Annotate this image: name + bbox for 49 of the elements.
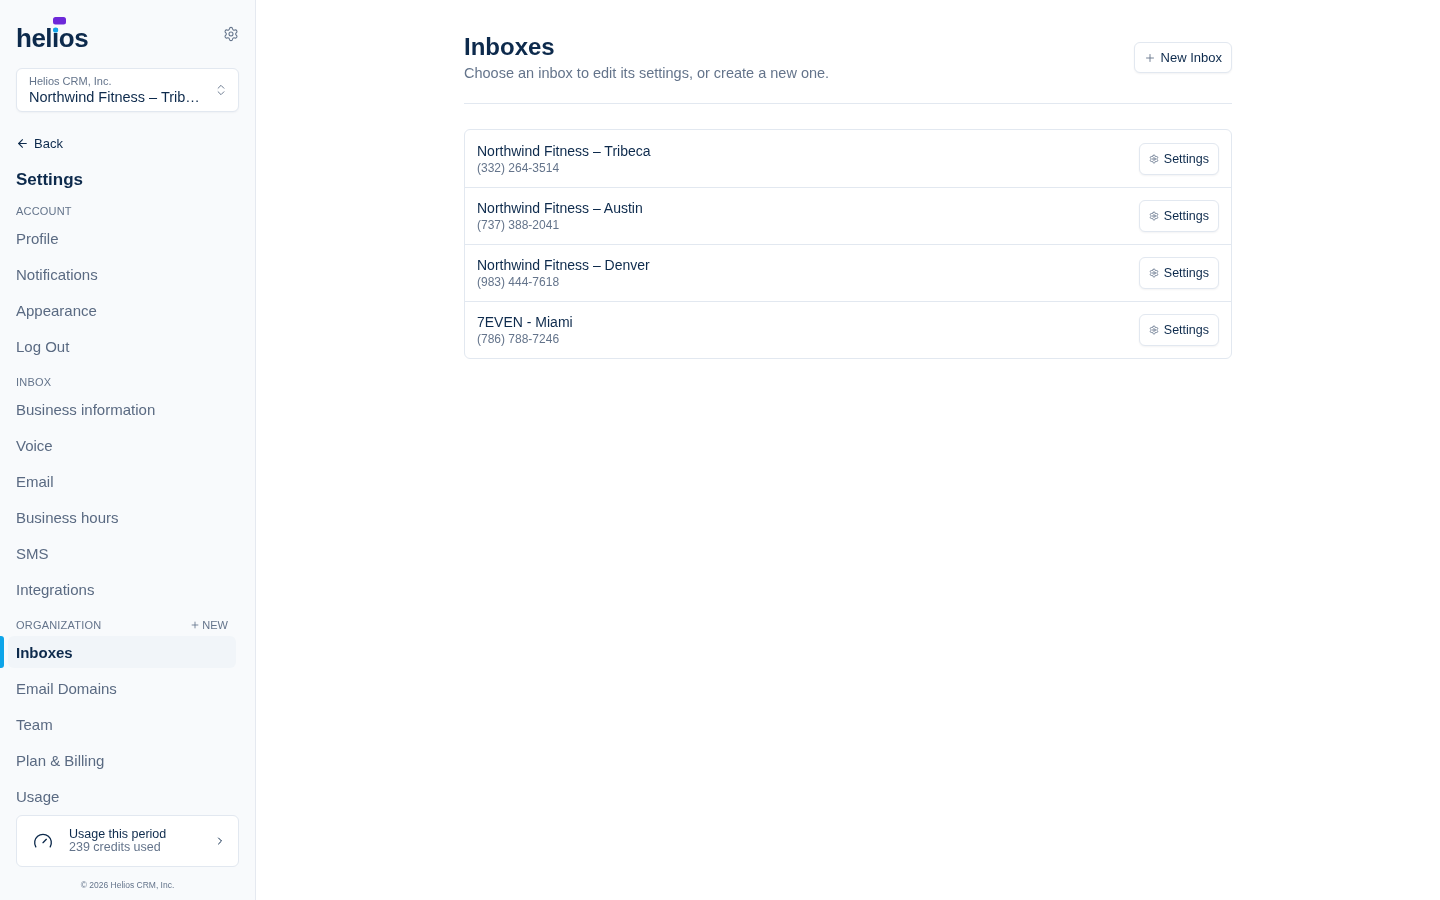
settings-button[interactable]: Settings [1138, 257, 1219, 289]
settings-icon [1148, 211, 1159, 221]
copyright-text: © 2026 Helios CRM, Inc. [79, 879, 176, 891]
new-inbox-button[interactable]: New Inbox [1133, 42, 1232, 73]
settings-icon [1148, 154, 1159, 164]
settings-icon [1148, 325, 1159, 335]
inbox-name: Northwind Fitness – Denver [477, 256, 650, 274]
section-heading: ACCOUNT [16, 204, 72, 218]
inbox-name: Northwind Fitness – Austin [477, 199, 643, 217]
arrow-left-icon [16, 136, 29, 150]
inbox-phone: (332) 264-3514 [477, 160, 561, 176]
nav-item[interactable]: Business hours [8, 501, 236, 533]
nav-item[interactable]: Email Domains [8, 672, 236, 704]
section-heading: INBOX [16, 375, 52, 389]
settings-icon[interactable] [223, 26, 239, 42]
nav-item[interactable]: Team [8, 708, 236, 740]
logo-text: helios [16, 25, 89, 51]
nav-item[interactable]: Voice [8, 429, 236, 461]
nav-item[interactable]: Inboxes [8, 636, 236, 668]
inbox-name: 7EVEN - Miami [477, 313, 573, 331]
usage-card[interactable]: Usage this period 239 credits used [16, 815, 239, 867]
settings-button[interactable]: Settings [1138, 143, 1219, 175]
nav-item[interactable]: Email [8, 465, 236, 497]
nav-item[interactable]: Appearance [8, 294, 236, 326]
plus-icon [1143, 51, 1156, 64]
settings-button[interactable]: Settings [1138, 200, 1219, 232]
section-heading: ORGANIZATION [16, 618, 102, 632]
inbox-phone: (983) 444-7618 [477, 274, 561, 290]
page-title: Inboxes [464, 32, 556, 62]
nav-item[interactable]: Usage [8, 780, 236, 812]
new-button[interactable]: NEW [190, 618, 228, 632]
sidebar-title: Settings [16, 169, 85, 191]
nav-item[interactable]: Notifications [8, 258, 236, 290]
back-link[interactable]: Back [16, 134, 63, 152]
settings-button[interactable]: Settings [1138, 314, 1219, 346]
inbox-phone: (737) 388-2041 [477, 217, 561, 233]
nav-item[interactable]: Plan & Billing [8, 744, 236, 776]
nav-item[interactable]: Log Out [8, 330, 236, 362]
inbox-name: Northwind Fitness – Tribeca [477, 142, 651, 160]
nav-item[interactable]: Business information [8, 393, 236, 425]
settings-icon [1148, 268, 1159, 278]
nav-item[interactable]: Integrations [8, 573, 236, 605]
workspace-selector[interactable]: Helios CRM, Inc. Northwind Fitness – Trib… [16, 68, 239, 112]
nav-item[interactable]: Profile [8, 222, 236, 254]
inbox-phone: (786) 788-7246 [477, 331, 561, 347]
plus-icon [190, 620, 201, 630]
selection-bar-icon [0, 636, 4, 668]
nav-item[interactable]: SMS [8, 537, 236, 569]
page-subtitle: Choose an inbox to edit its settings, or create a new one. [464, 64, 830, 83]
